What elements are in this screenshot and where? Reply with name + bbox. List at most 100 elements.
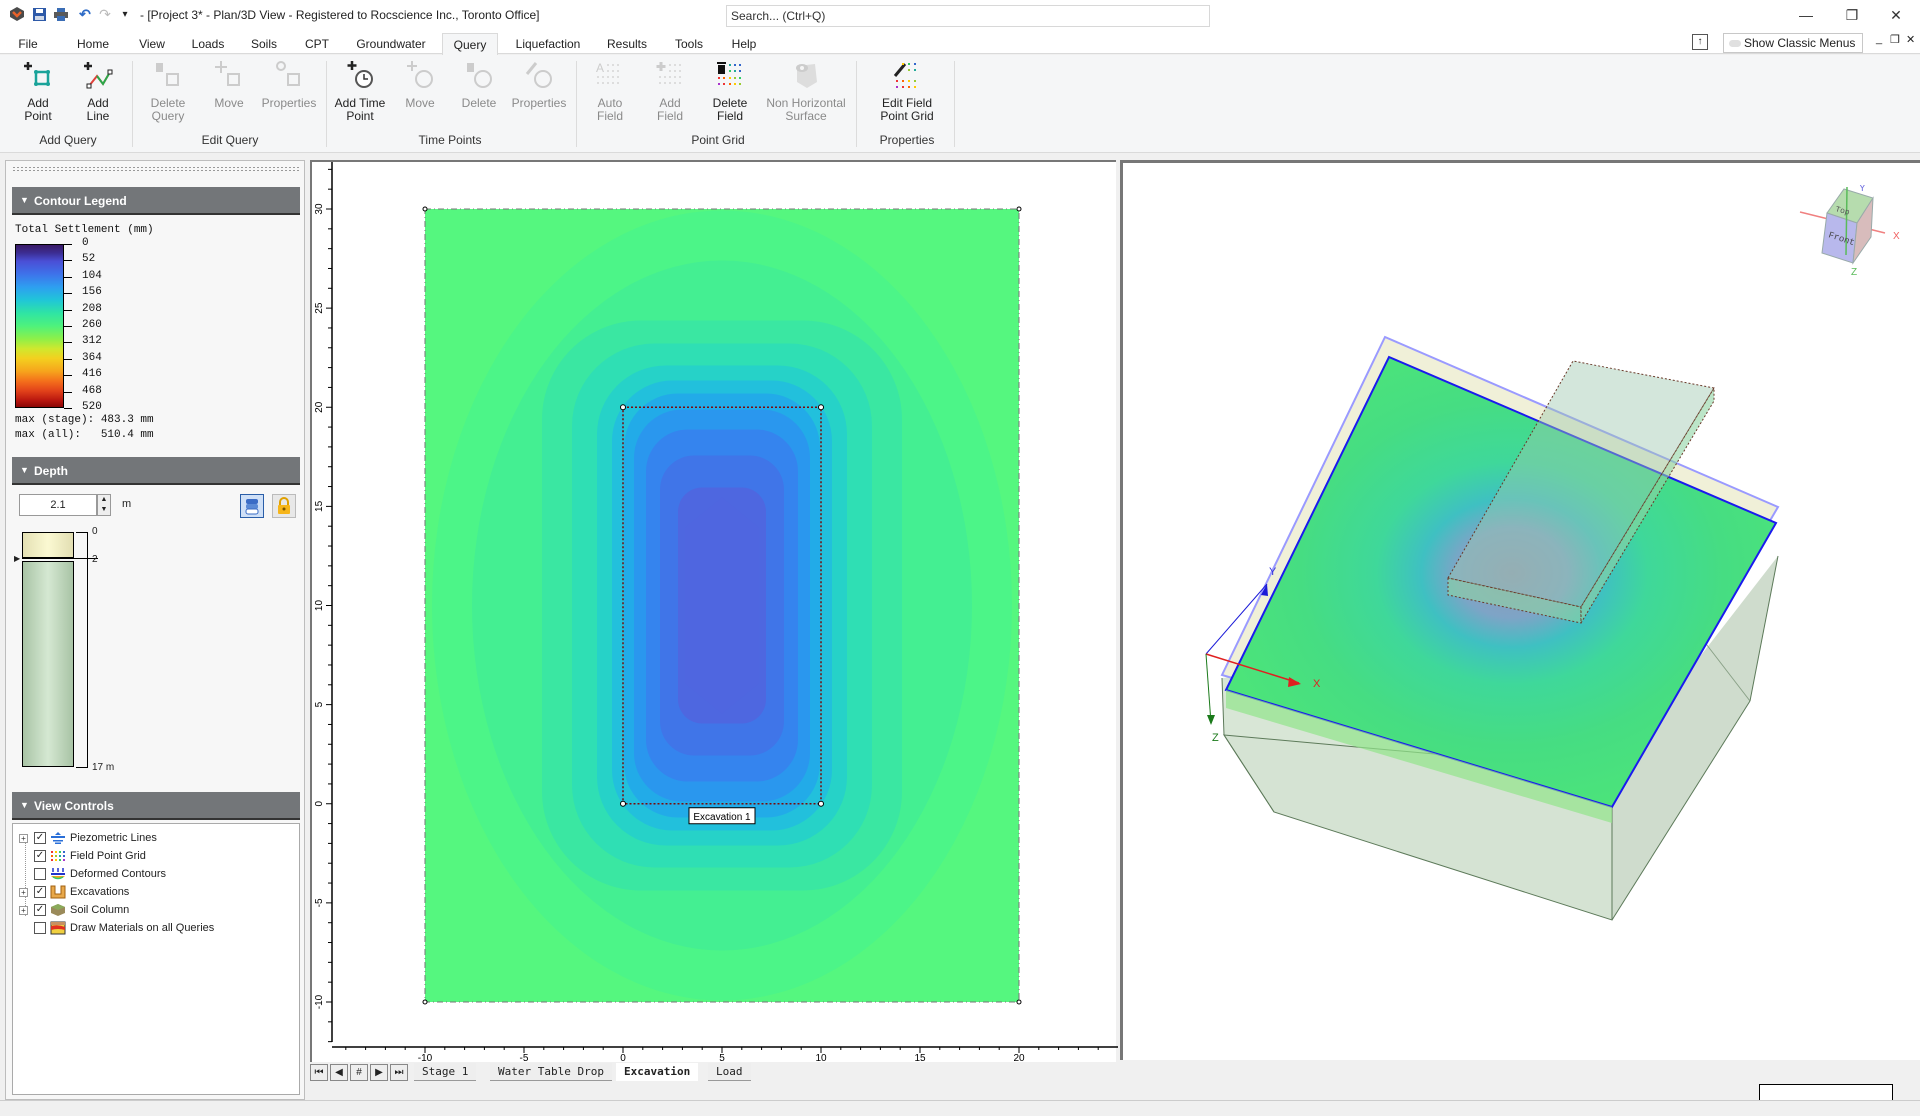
tab-soils[interactable]: Soils xyxy=(244,33,284,55)
excavation-vertex-handle[interactable] xyxy=(620,404,626,411)
tab-file[interactable]: File xyxy=(8,33,48,55)
spin-down-icon[interactable]: ▼ xyxy=(98,505,110,515)
depth-pointer-icon[interactable]: ▶ xyxy=(14,554,20,563)
customize-quick-access-icon[interactable]: ▾ xyxy=(116,5,134,23)
move-icon xyxy=(404,59,436,91)
spin-up-icon[interactable]: ▲ xyxy=(98,495,110,505)
draw-materials-on-all-queries-checkbox[interactable] xyxy=(34,922,46,934)
tab-results[interactable]: Results xyxy=(602,33,652,55)
tab-groundwater[interactable]: Groundwater xyxy=(350,33,432,55)
restore-button[interactable]: ❐ xyxy=(1832,4,1872,26)
lock-button[interactable] xyxy=(272,494,296,518)
tree-item-deformed-contours[interactable]: +Deformed Contours xyxy=(19,866,166,882)
show-classic-menus-toggle[interactable]: Show Classic Menus xyxy=(1723,33,1863,53)
add-point-button[interactable]: Add Point xyxy=(14,59,62,123)
z-axis-label: Z xyxy=(1212,732,1219,744)
add-field-button[interactable]: Add Field xyxy=(646,59,694,123)
plan-view[interactable]: Excavation 1 30 25 20 15 10 5 0 -5 -10 -10 -5 0 5 10 15… xyxy=(310,160,1118,1064)
tab-loads[interactable]: Loads xyxy=(186,33,230,55)
expand-icon[interactable]: + xyxy=(19,833,28,843)
3d-view[interactable]: Y X Z X Y Z Top Front xyxy=(1120,160,1920,1060)
tree-item-soil-column[interactable]: + ✓ Soil Column xyxy=(19,902,129,918)
collapse-triangle-icon: ▼ xyxy=(20,800,29,810)
field-point-grid-checkbox[interactable]: ✓ xyxy=(34,850,46,862)
stage-tab-water-table-drop[interactable]: Water Table Drop xyxy=(490,1063,612,1081)
excavation-vertex-handle[interactable] xyxy=(620,800,626,807)
y-ruler-label: 0 xyxy=(314,801,325,807)
materials-icon xyxy=(50,921,66,935)
first-stage-button[interactable]: ⏮ xyxy=(310,1064,328,1081)
redo-icon[interactable]: ↷ xyxy=(96,5,114,23)
tree-item-draw-materials-on-all-queries[interactable]: +Draw Materials on all Queries xyxy=(19,920,214,936)
deformed-contours-checkbox[interactable] xyxy=(34,868,46,880)
print-icon[interactable] xyxy=(52,5,70,23)
excavations-checkbox[interactable]: ✓ xyxy=(34,886,46,898)
mdi-close-button[interactable]: ✕ xyxy=(1906,33,1915,46)
stage-number-button[interactable]: # xyxy=(350,1064,368,1081)
edit-field-point-grid-button[interactable]: Edit Field Point Grid xyxy=(870,59,944,123)
soil-layer-bottom[interactable] xyxy=(22,561,74,767)
soil-layer-top[interactable] xyxy=(22,532,74,558)
tab-tools[interactable]: Tools xyxy=(666,33,712,55)
field-corner-handle[interactable] xyxy=(422,206,428,212)
stage-tab-excavation[interactable]: Excavation xyxy=(616,1063,699,1081)
plan-view-canvas[interactable]: Excavation 1302520151050-5-10-10 -5 0 5 10 15… xyxy=(312,162,1118,1064)
panel-grip[interactable] xyxy=(12,166,300,172)
prev-stage-button[interactable]: ◀ xyxy=(330,1064,348,1081)
field-corner-handle[interactable] xyxy=(1016,999,1022,1005)
next-stage-button[interactable]: ▶ xyxy=(370,1064,388,1081)
excavation-vertex-handle[interactable] xyxy=(818,404,824,411)
mdi-restore-button[interactable]: ❐ xyxy=(1890,33,1900,46)
field-corner-handle[interactable] xyxy=(422,999,428,1005)
auto-field-button[interactable]: A Auto Field xyxy=(586,59,634,123)
orientation-cube[interactable]: X Y Z Top Front xyxy=(1795,185,1905,285)
move-time-point-button[interactable]: Move xyxy=(396,59,444,110)
delete-field-button[interactable]: Delete Field xyxy=(706,59,754,123)
3d-view-canvas[interactable]: Y X Z xyxy=(1123,163,1920,1060)
depth-input[interactable]: 2.1 xyxy=(19,494,97,516)
tree-item-excavations[interactable]: + ✓ Excavations xyxy=(19,884,129,900)
non-horizontal-surface-button[interactable]: Non Horizontal Surface xyxy=(762,59,850,123)
move-query-button[interactable]: Move xyxy=(204,59,254,110)
legend-tick xyxy=(64,358,72,360)
tab-liquefaction[interactable]: Liquefaction xyxy=(508,33,588,55)
add-line-button[interactable]: Add Line xyxy=(74,59,122,123)
z-axis-arrow-icon xyxy=(1207,715,1215,725)
time-point-properties-button[interactable]: Properties xyxy=(510,59,568,110)
search-input[interactable]: Search... (Ctrl+Q) xyxy=(726,5,1210,27)
stage-tab-stage-1[interactable]: Stage 1 xyxy=(414,1063,477,1081)
layers-button[interactable] xyxy=(240,494,264,518)
field-corner-handle[interactable] xyxy=(1016,206,1022,212)
view-controls-header[interactable]: ▼ View Controls xyxy=(12,792,300,820)
query-properties-button[interactable]: Properties xyxy=(260,59,318,110)
save-icon[interactable] xyxy=(30,5,48,23)
delete-query-button[interactable]: Delete Query xyxy=(142,59,194,123)
tab-help[interactable]: Help xyxy=(724,33,764,55)
tree-item-piezometric-lines[interactable]: + ✓ Piezometric Lines xyxy=(19,830,157,846)
undo-icon[interactable]: ↶ xyxy=(76,5,94,23)
collapse-ribbon-icon[interactable]: ↑ xyxy=(1692,34,1708,50)
piezometric-lines-checkbox[interactable]: ✓ xyxy=(34,832,46,844)
tab-view[interactable]: View xyxy=(132,33,172,55)
stage-tab-load[interactable]: Load xyxy=(708,1063,751,1081)
legend-tick-label: 520 xyxy=(82,401,102,413)
last-stage-button[interactable]: ⏭ xyxy=(390,1064,408,1081)
add-time-point-button[interactable]: Add Time Point xyxy=(332,59,388,123)
tab-home[interactable]: Home xyxy=(70,33,116,55)
depth-spinner[interactable]: ▲ ▼ xyxy=(97,494,111,516)
mdi-minimize-button[interactable]: _ xyxy=(1876,33,1882,45)
properties-group-label: Properties xyxy=(879,133,935,147)
tab-cpt[interactable]: CPT xyxy=(298,33,336,55)
contour-legend-header[interactable]: ▼ Contour Legend xyxy=(12,187,300,215)
close-button[interactable]: ✕ xyxy=(1876,4,1916,26)
minimize-button[interactable]: — xyxy=(1786,4,1826,26)
soil-column-checkbox[interactable]: ✓ xyxy=(34,904,46,916)
depth-header[interactable]: ▼ Depth xyxy=(12,457,300,485)
tree-item-field-point-grid[interactable]: +✓Field Point Grid xyxy=(19,848,146,864)
excavation-vertex-handle[interactable] xyxy=(818,800,824,807)
tab-query[interactable]: Query xyxy=(442,33,498,55)
expand-icon[interactable]: + xyxy=(19,905,28,915)
view-controls-tree: +✓Piezometric Lines+✓Field Point Grid+De… xyxy=(12,823,300,1095)
delete-time-point-button[interactable]: Delete xyxy=(454,59,504,110)
expand-icon[interactable]: + xyxy=(19,887,28,897)
